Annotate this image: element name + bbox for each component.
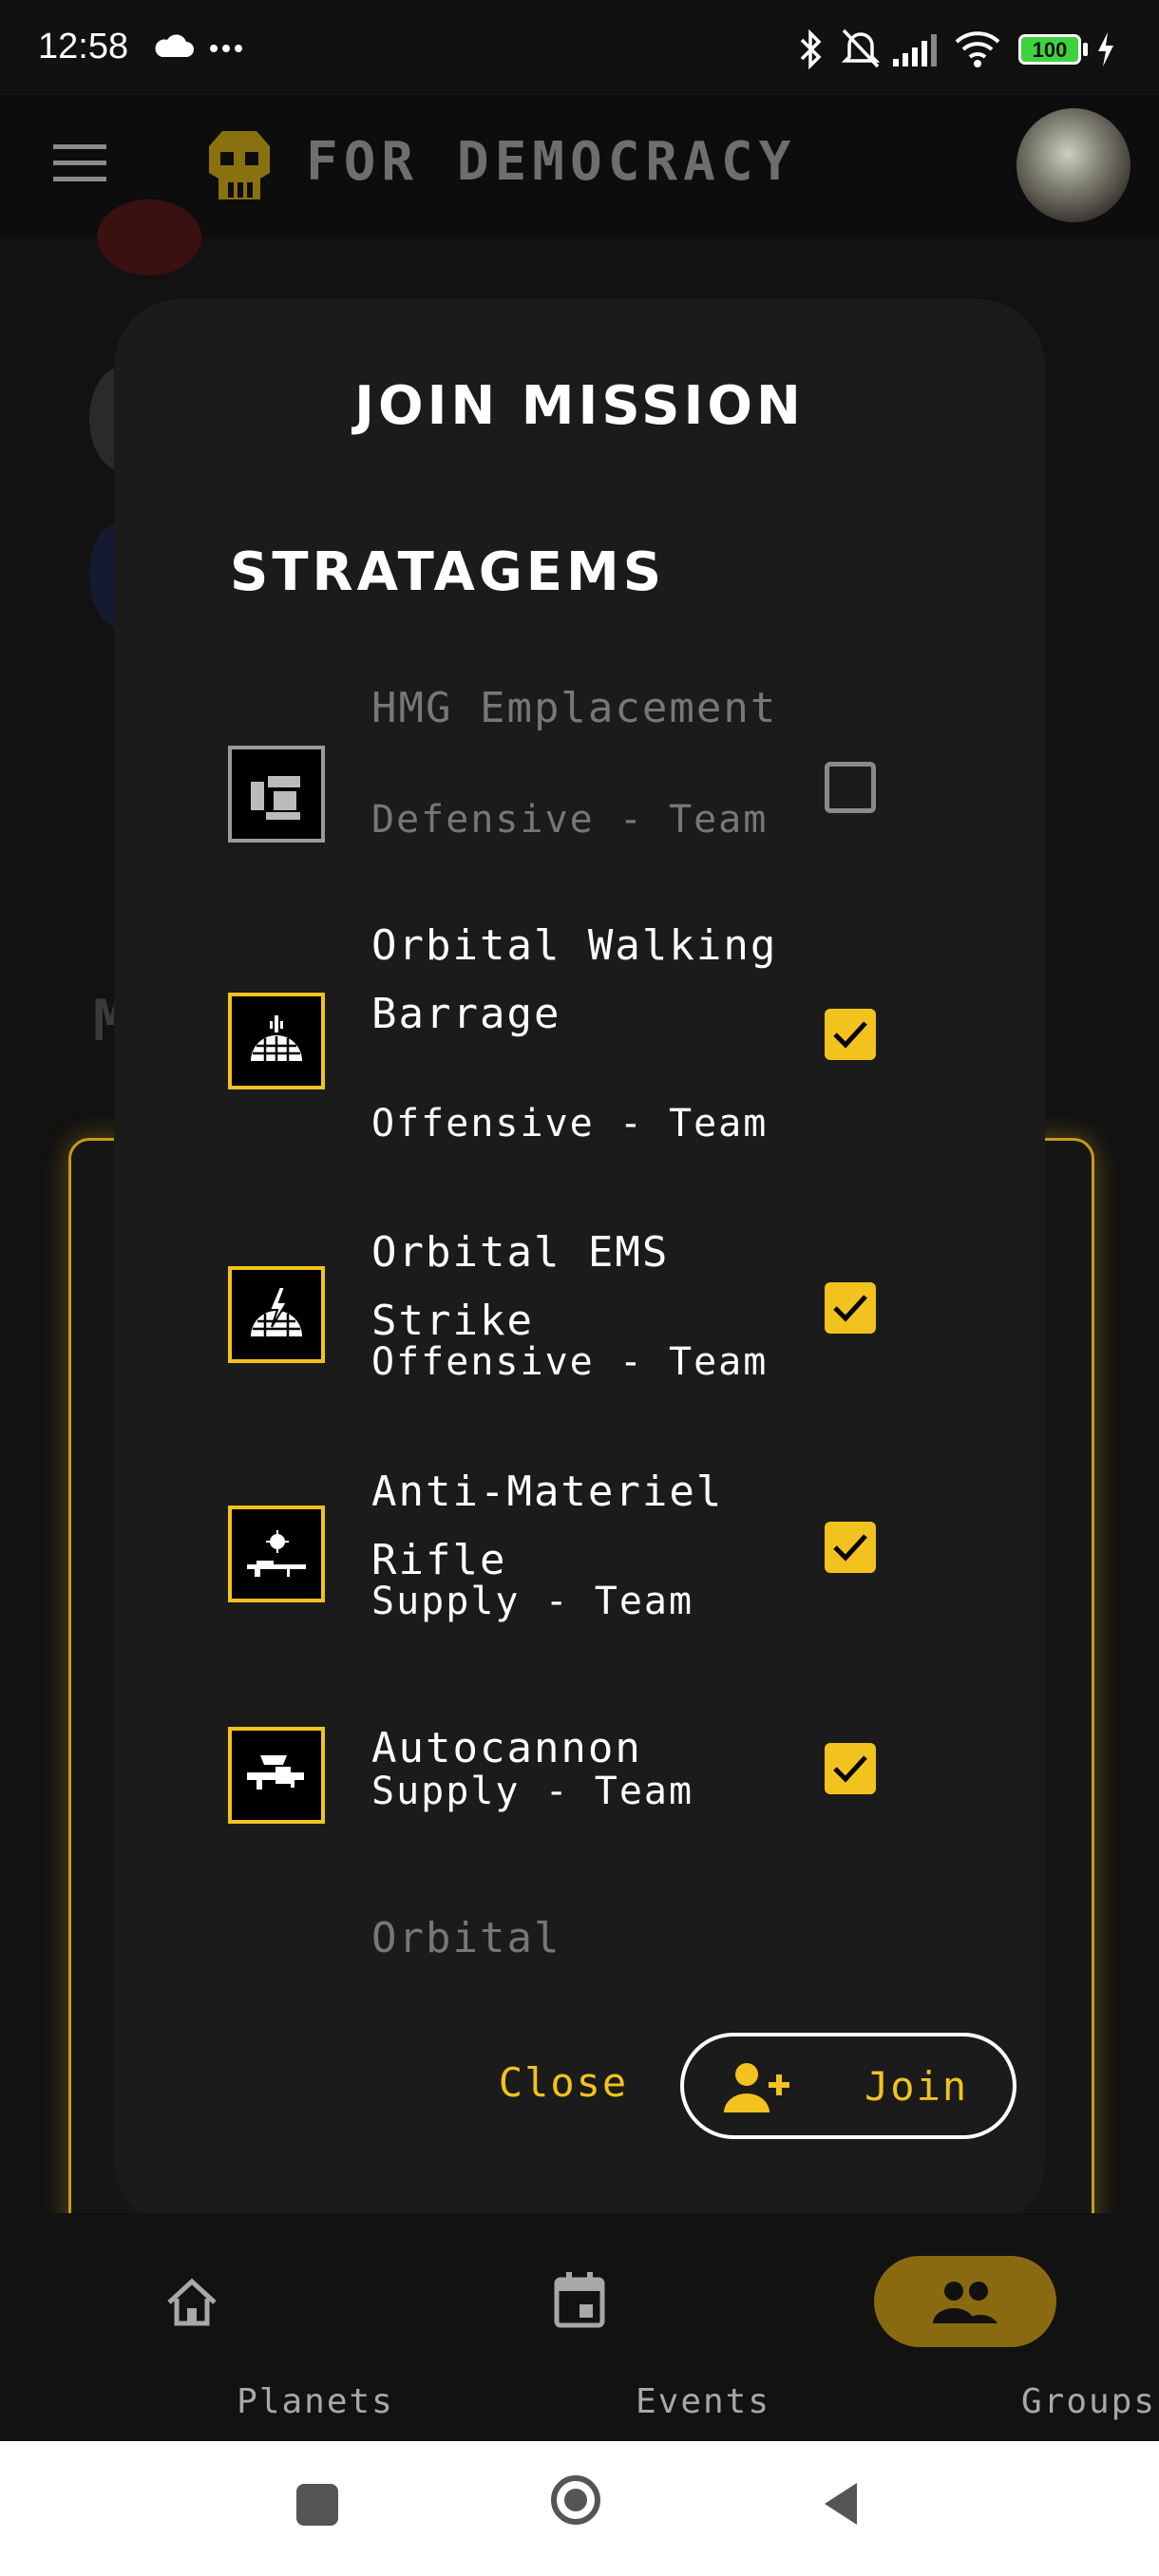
stratagem-checkbox[interactable]: [825, 1743, 876, 1794]
status-bar: 12:58 100: [0, 0, 1159, 95]
background-avatar: [97, 199, 201, 275]
stratagem-name: Orbital: [371, 1914, 561, 1962]
charging-icon: [1098, 32, 1113, 66]
stratagem-category: Offensive - Team: [371, 1340, 769, 1384]
orbital-ems-strike-icon: [228, 1266, 325, 1363]
app-title: FOR DEMOCRACY: [306, 131, 797, 193]
battery-icon: 100: [1018, 34, 1081, 65]
orbital-walking-barrage-icon: [228, 993, 325, 1089]
stratagem-checkbox[interactable]: [825, 762, 876, 813]
stratagem-name: HMG Emplacement: [371, 684, 778, 732]
skull-logo-icon: [209, 131, 270, 199]
recent-apps-icon[interactable]: [296, 2484, 338, 2526]
groups-icon: [933, 2282, 998, 2323]
stratagem-checkbox[interactable]: [825, 1522, 876, 1573]
avatar[interactable]: [1016, 108, 1130, 222]
nav-label: Planets: [237, 2382, 394, 2421]
autocannon-icon: [228, 1727, 325, 1824]
join-mission-dialog: JOIN MISSION STRATAGEMS HMG Emplacement …: [114, 299, 1045, 2227]
stratagem-category: Defensive - Team: [371, 798, 769, 842]
stratagem-checkbox[interactable]: [825, 1282, 876, 1334]
stratagem-category: Supply - Team: [371, 1770, 694, 1813]
nav-label: Events: [635, 2382, 771, 2421]
stratagems-heading: STRATAGEMS: [230, 541, 666, 603]
menu-icon[interactable]: [53, 144, 106, 182]
back-icon[interactable]: [819, 2479, 861, 2529]
stratagem-category: Supply - Team: [371, 1580, 694, 1623]
wifi-icon: [955, 31, 1000, 67]
join-button[interactable]: Join: [680, 2033, 1016, 2139]
anti-materiel-rifle-icon: [228, 1506, 325, 1602]
join-label: Join: [864, 2063, 969, 2110]
calendar-icon: [554, 2272, 605, 2328]
stratagem-name: Orbital Walking Barrage: [371, 921, 778, 1038]
battery-tip: [1083, 43, 1088, 56]
dialog-title: JOIN MISSION: [354, 375, 805, 437]
nav-label: Groups: [1020, 2382, 1157, 2421]
status-time: 12:58: [38, 27, 129, 66]
stratagem-category: Offensive - Team: [371, 1102, 769, 1146]
home-button-icon[interactable]: [551, 2475, 600, 2525]
add-person-icon: [724, 2063, 789, 2112]
cloud-icon: [155, 34, 194, 57]
battery-level: 100: [1032, 38, 1068, 62]
bottom-navigation: Planets Events Groups: [0, 2213, 1159, 2441]
more-notifications-icon: [210, 45, 242, 52]
mute-bell-icon: [841, 28, 881, 68]
close-button[interactable]: Close: [492, 2040, 635, 2126]
stratagem-name: Orbital EMS Strike: [371, 1228, 670, 1345]
stratagem-checkbox[interactable]: [825, 1009, 876, 1060]
signal-icon: [893, 34, 937, 66]
system-navigation-bar: [0, 2441, 1159, 2576]
hmg-emplacement-icon: [228, 746, 325, 843]
stratagem-name: Anti-Materiel Rifle: [371, 1468, 724, 1584]
home-icon: [167, 2278, 217, 2326]
bluetooth-icon: [800, 28, 822, 70]
